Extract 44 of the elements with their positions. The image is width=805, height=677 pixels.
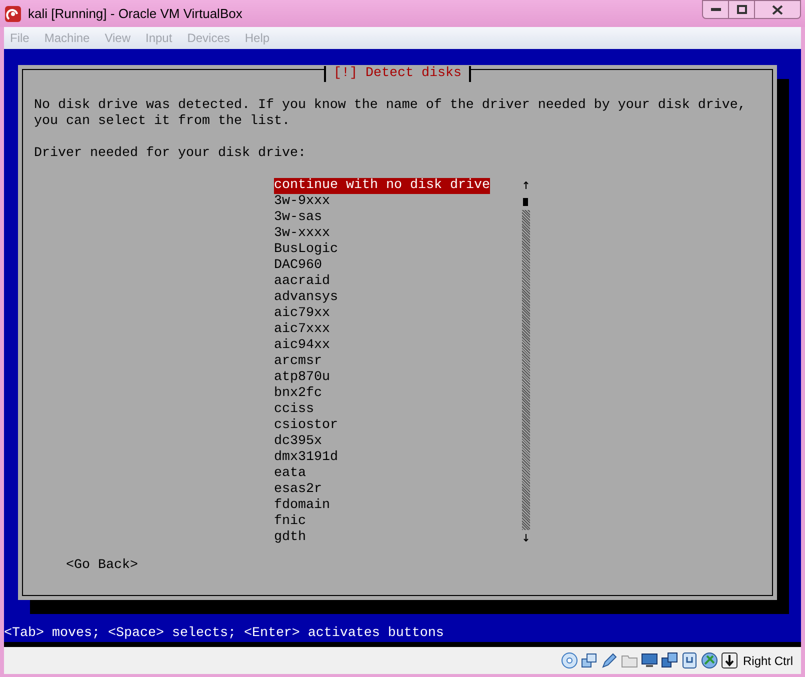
driver-option[interactable]: cciss — [274, 402, 314, 418]
driver-option[interactable]: DAC960 — [274, 258, 322, 274]
driver-option[interactable]: gdth — [274, 530, 306, 546]
app-logo-icon — [4, 4, 22, 23]
driver-option[interactable]: aacraid — [274, 274, 330, 290]
dialog-title: [!] Detect disks — [324, 66, 472, 82]
window-title: kali [Running] - Oracle VM VirtualBox — [28, 4, 242, 23]
driver-option[interactable]: 3w-xxxx — [274, 226, 330, 242]
monitor-icon[interactable] — [640, 652, 658, 670]
dialog-message: No disk drive was detected. If you know the name of the driver needed by your disk drive, you can select it from the list. — [34, 98, 747, 130]
prompt-label: Driver needed for your disk drive: — [34, 146, 307, 162]
minimize-button[interactable] — [702, 0, 729, 19]
driver-option[interactable]: aic7xxx — [274, 322, 330, 338]
driver-option[interactable]: 3w-sas — [274, 210, 322, 226]
driver-option[interactable]: arcmsr — [274, 354, 322, 370]
maximize-icon — [736, 5, 746, 14]
arrow-down-icon[interactable] — [720, 652, 738, 670]
close-button[interactable] — [755, 0, 801, 19]
driver-option[interactable]: dmx3191d — [274, 450, 338, 466]
driver-option[interactable]: BusLogic — [274, 242, 338, 258]
go-back-button[interactable]: <Go Back> — [66, 558, 138, 574]
driver-option[interactable]: eata — [274, 466, 306, 482]
pen-icon[interactable] — [600, 652, 618, 670]
driver-option[interactable]: dc395x — [274, 434, 322, 450]
windows-icon[interactable] — [660, 652, 678, 670]
host-key-label: Right Ctrl — [742, 652, 793, 670]
close-icon — [772, 4, 783, 14]
network-icon[interactable] — [580, 652, 598, 670]
driver-option[interactable]: csiostor — [274, 418, 338, 434]
driver-option[interactable]: 3w-9xxx — [274, 194, 330, 210]
disc-icon[interactable] — [560, 652, 578, 670]
scroll-thumb[interactable] — [523, 198, 528, 206]
maximize-button[interactable] — [729, 0, 755, 19]
driver-option[interactable]: advansys — [274, 290, 338, 306]
help-line: <Tab> moves; <Space> selects; <Enter> activates buttons — [4, 626, 444, 642]
driver-option[interactable]: fnic — [274, 514, 306, 530]
minimize-icon — [710, 8, 720, 12]
driver-option[interactable]: aic94xx — [274, 338, 330, 354]
driver-option[interactable]: bnx2fc — [274, 386, 322, 402]
driver-option[interactable]: fdomain — [274, 498, 330, 514]
driver-option[interactable]: atp870u — [274, 370, 330, 386]
driver-option[interactable]: aic79xx — [274, 306, 330, 322]
driver-option[interactable]: esas2r — [274, 482, 322, 498]
driver-option[interactable]: continue with no disk drive — [274, 178, 490, 194]
